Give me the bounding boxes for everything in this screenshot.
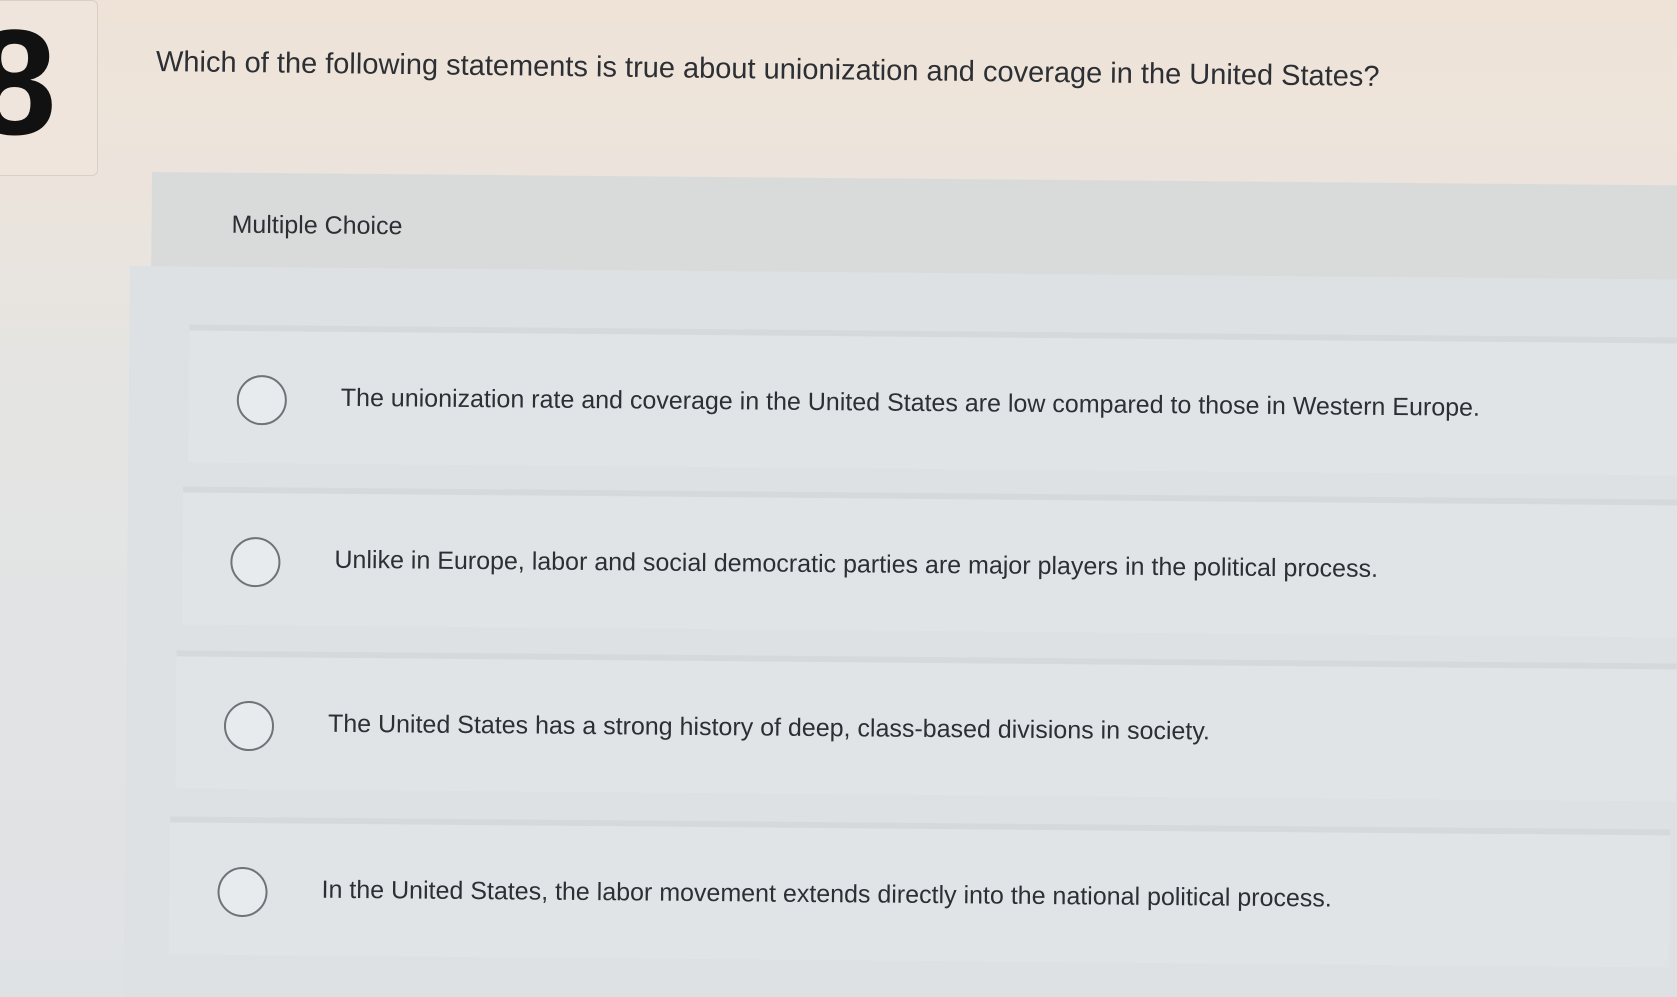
answer-option-1[interactable]: The unionization rate and coverage in th… [188, 324, 1677, 476]
answer-option-4[interactable]: In the United States, the labor movement… [168, 816, 1671, 968]
answer-option-label[interactable]: In the United States, the labor movement… [321, 876, 1331, 914]
radio-button-icon[interactable] [223, 700, 275, 752]
question-text: Which of the following statements is tru… [155, 46, 1380, 93]
answer-option-2[interactable]: Unlike in Europe, labor and social democ… [181, 486, 1677, 638]
answer-option-label[interactable]: Unlike in Europe, labor and social democ… [334, 546, 1378, 584]
radio-button-icon[interactable] [230, 536, 281, 588]
multiple-choice-label: Multiple Choice [231, 210, 403, 241]
answer-option-label[interactable]: The United States has a strong history o… [328, 710, 1210, 747]
question-number-box: 8 [0, 0, 98, 176]
answer-option-3[interactable]: The United States has a strong history o… [175, 650, 1677, 802]
quiz-page: 8 Which of the following statements is t… [0, 0, 1677, 997]
radio-button-icon[interactable] [236, 374, 288, 426]
answer-options-list: The unionization rate and coverage in th… [124, 266, 1677, 997]
answer-options-panel: The unionization rate and coverage in th… [123, 266, 1677, 997]
radio-button-icon[interactable] [217, 866, 268, 918]
question-number: 8 [0, 0, 56, 166]
answer-option-label[interactable]: The unionization rate and coverage in th… [341, 384, 1480, 423]
